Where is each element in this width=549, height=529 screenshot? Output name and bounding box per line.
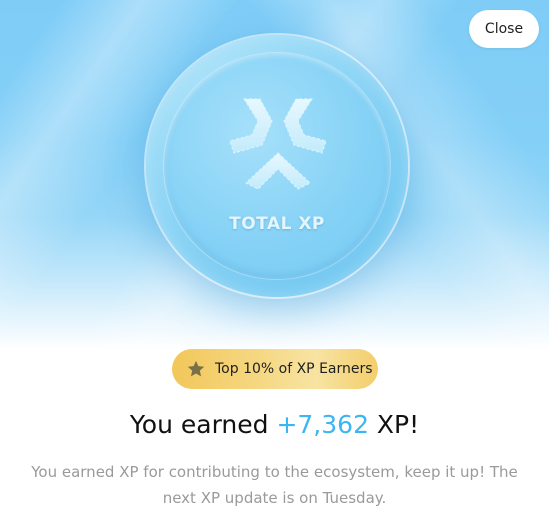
rank-badge: Top 10% of XP Earners (172, 349, 378, 389)
close-button[interactable]: Close (469, 10, 539, 48)
total-xp-coin: TOTAL XP (146, 35, 408, 297)
headline-prefix: You earned (129, 410, 277, 439)
xp-amount: +7,362 (276, 410, 369, 439)
badge-label: Top 10% of XP Earners (215, 361, 373, 377)
headline: You earned +7,362 XP! (0, 410, 549, 439)
description-text: You earned XP for contributing to the ec… (31, 463, 518, 507)
xp-logo-icon (229, 98, 327, 190)
headline-suffix: XP! (368, 410, 420, 439)
star-icon (187, 360, 205, 377)
xp-earned-modal: Close TOTAL XP Top 10% of XP Earners You… (0, 0, 549, 529)
coin-label: TOTAL XP (229, 214, 325, 234)
coin-face: TOTAL XP (164, 53, 390, 279)
